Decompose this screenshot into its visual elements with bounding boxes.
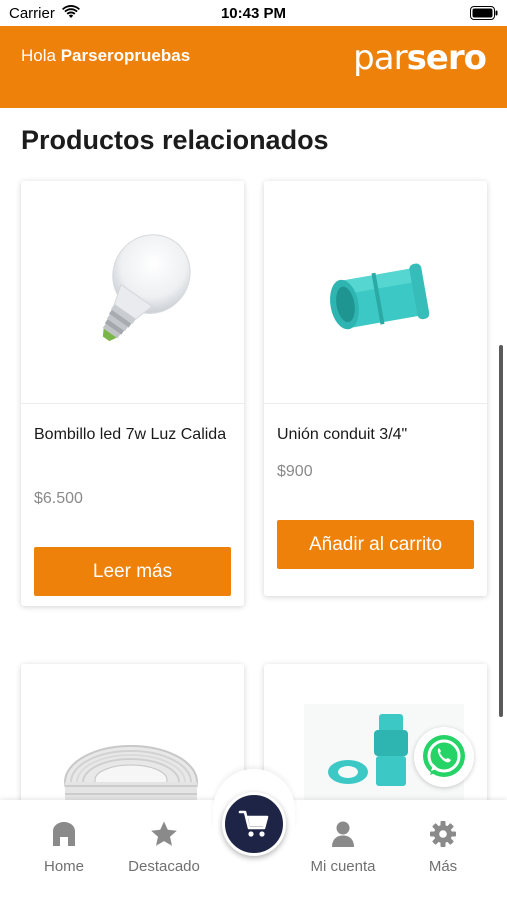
logo-text-bold: sero — [406, 38, 487, 78]
conduit-union-image — [330, 263, 430, 330]
light-bulb-image — [102, 234, 191, 342]
parsero-logo[interactable]: parsero — [353, 38, 487, 78]
cart-icon — [238, 810, 269, 837]
nav-label: Destacado — [128, 858, 200, 875]
nav-more[interactable]: Más — [393, 820, 493, 875]
battery-icon — [470, 6, 498, 20]
product-price: $900 — [277, 463, 313, 480]
status-bar: Carrier 10:43 PM — [0, 0, 507, 26]
home-icon — [53, 822, 75, 846]
nav-label: Home — [43, 858, 84, 875]
nav-label: Mi cuenta — [310, 858, 376, 875]
product-price: $6.500 — [34, 490, 83, 507]
status-time: 10:43 PM — [220, 5, 287, 22]
section-title: Productos relacionados — [21, 125, 329, 155]
nav-account[interactable]: Mi cuenta — [293, 820, 393, 875]
app-header: Hola Parseropruebas parsero — [0, 26, 507, 108]
cart-button[interactable] — [222, 792, 286, 856]
greeting: Hola Parseropruebas — [21, 46, 190, 66]
nav-label: Más — [428, 858, 458, 875]
gear-icon — [430, 821, 456, 847]
product-card[interactable]: Unión conduit 3/4" $900 Añadir al carrit… — [264, 181, 487, 596]
product-image-conduit-union[interactable] — [264, 181, 487, 404]
greeting-prefix: Hola — [21, 46, 56, 65]
nav-featured[interactable]: Destacado — [114, 820, 214, 875]
read-more-button[interactable]: Leer más — [34, 547, 231, 596]
product-card[interactable]: Bombillo led 7w Luz Calida $6.500 Leer m… — [21, 181, 244, 606]
add-to-cart-button[interactable]: Añadir al carrito — [277, 520, 474, 569]
star-icon — [151, 821, 177, 846]
user-icon — [332, 821, 354, 847]
product-name[interactable]: Bombillo led 7w Luz Calida — [34, 421, 234, 448]
whatsapp-button[interactable] — [414, 727, 474, 787]
whatsapp-icon — [423, 735, 465, 777]
nav-home[interactable]: Home — [14, 820, 114, 875]
logo-text-light: par — [353, 38, 407, 78]
product-image-light-bulb[interactable] — [21, 181, 244, 404]
username: Parseropruebas — [60, 46, 191, 65]
scroll-indicator[interactable] — [499, 345, 503, 717]
product-name[interactable]: Unión conduit 3/4" — [277, 421, 477, 448]
